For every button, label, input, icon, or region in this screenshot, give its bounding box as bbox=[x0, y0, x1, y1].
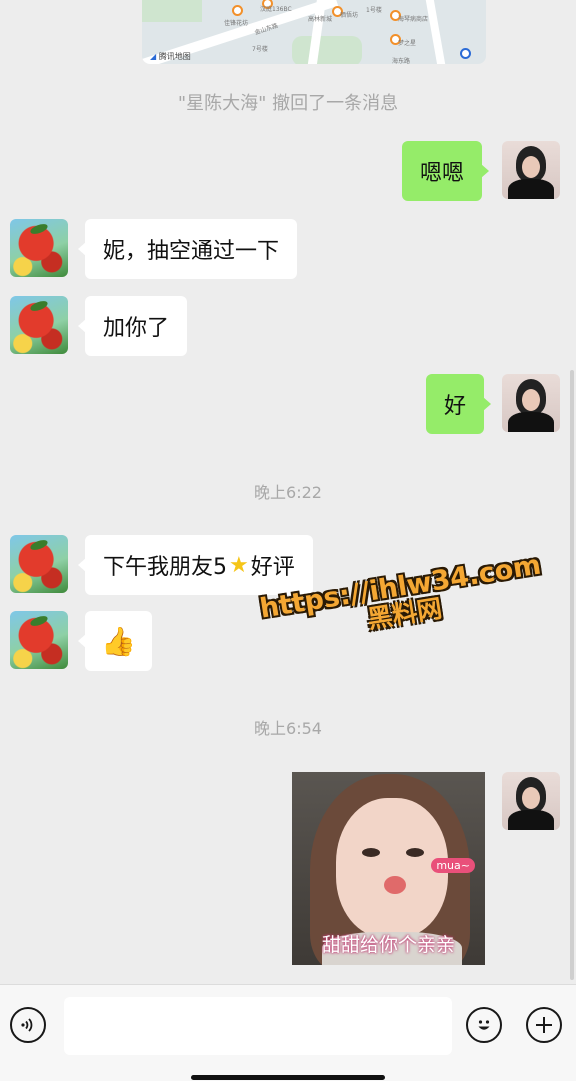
map-label: 1号楼 bbox=[366, 7, 382, 14]
map-park-area bbox=[292, 36, 362, 64]
star-icon: ★ bbox=[229, 552, 249, 578]
message-text: 好评 bbox=[250, 555, 295, 580]
message-text: 下午我朋友5 bbox=[103, 555, 227, 580]
map-label: 海琴病商店 bbox=[398, 16, 429, 23]
thumbs-up-icon: 👍 bbox=[101, 624, 136, 658]
received-message-bubble[interactable]: 👍 bbox=[78, 611, 152, 671]
map-provider-label: 腾讯地图 bbox=[150, 51, 191, 62]
scrollbar[interactable] bbox=[570, 370, 574, 980]
map-label: 高林新城 bbox=[308, 16, 333, 23]
location-map-card[interactable]: 佳锋花坊 金山东路 汉庭136BC 高林新城 栖悟坊 海琴病商店 梦之星 海东路… bbox=[142, 0, 486, 64]
sent-message-bubble[interactable]: 好 bbox=[426, 374, 492, 434]
contact-avatar[interactable] bbox=[10, 296, 68, 354]
emoji-icon[interactable] bbox=[466, 1007, 502, 1043]
map-label: 汉庭136BC bbox=[260, 6, 292, 13]
map-poi-icon bbox=[232, 5, 243, 16]
sent-message-bubble[interactable]: 嗯嗯 bbox=[402, 141, 490, 201]
contact-avatar[interactable] bbox=[10, 219, 68, 277]
plus-icon[interactable] bbox=[526, 1007, 562, 1043]
image-caption: 甜甜给你个亲亲 bbox=[321, 934, 455, 956]
map-label: 梦之星 bbox=[398, 40, 417, 47]
timestamp: 晚上6:54 bbox=[254, 719, 322, 738]
contact-avatar[interactable] bbox=[10, 535, 68, 593]
home-indicator[interactable] bbox=[191, 1075, 385, 1080]
map-poi-icon bbox=[460, 48, 471, 59]
map-label: 海东路 bbox=[392, 58, 411, 64]
chat-input-bar bbox=[0, 984, 576, 1081]
my-avatar[interactable] bbox=[502, 141, 560, 199]
map-label: 7号楼 bbox=[252, 46, 268, 53]
contact-avatar[interactable] bbox=[10, 611, 68, 669]
image-sticker-tag: mua~ bbox=[431, 858, 475, 873]
received-message-bubble[interactable]: 下午我朋友5 ★ 好评 bbox=[78, 535, 313, 595]
map-label: 栖悟坊 bbox=[340, 12, 359, 19]
my-avatar[interactable] bbox=[502, 772, 560, 830]
received-message-bubble[interactable]: 加你了 bbox=[77, 296, 188, 356]
recall-notice: "星陈大海" 撤回了一条消息 bbox=[177, 93, 399, 114]
received-message-bubble[interactable]: 妮，抽空通过一下 bbox=[77, 219, 298, 279]
voice-icon[interactable] bbox=[10, 1007, 46, 1043]
map-road bbox=[425, 0, 447, 64]
map-park-area bbox=[142, 0, 202, 22]
my-avatar[interactable] bbox=[502, 374, 560, 432]
map-label: 佳锋花坊 bbox=[224, 20, 249, 27]
timestamp: 晚上6:22 bbox=[254, 483, 322, 502]
sent-image-message[interactable]: mua~ 甜甜给你个亲亲 bbox=[292, 772, 485, 965]
message-input[interactable] bbox=[64, 997, 452, 1055]
